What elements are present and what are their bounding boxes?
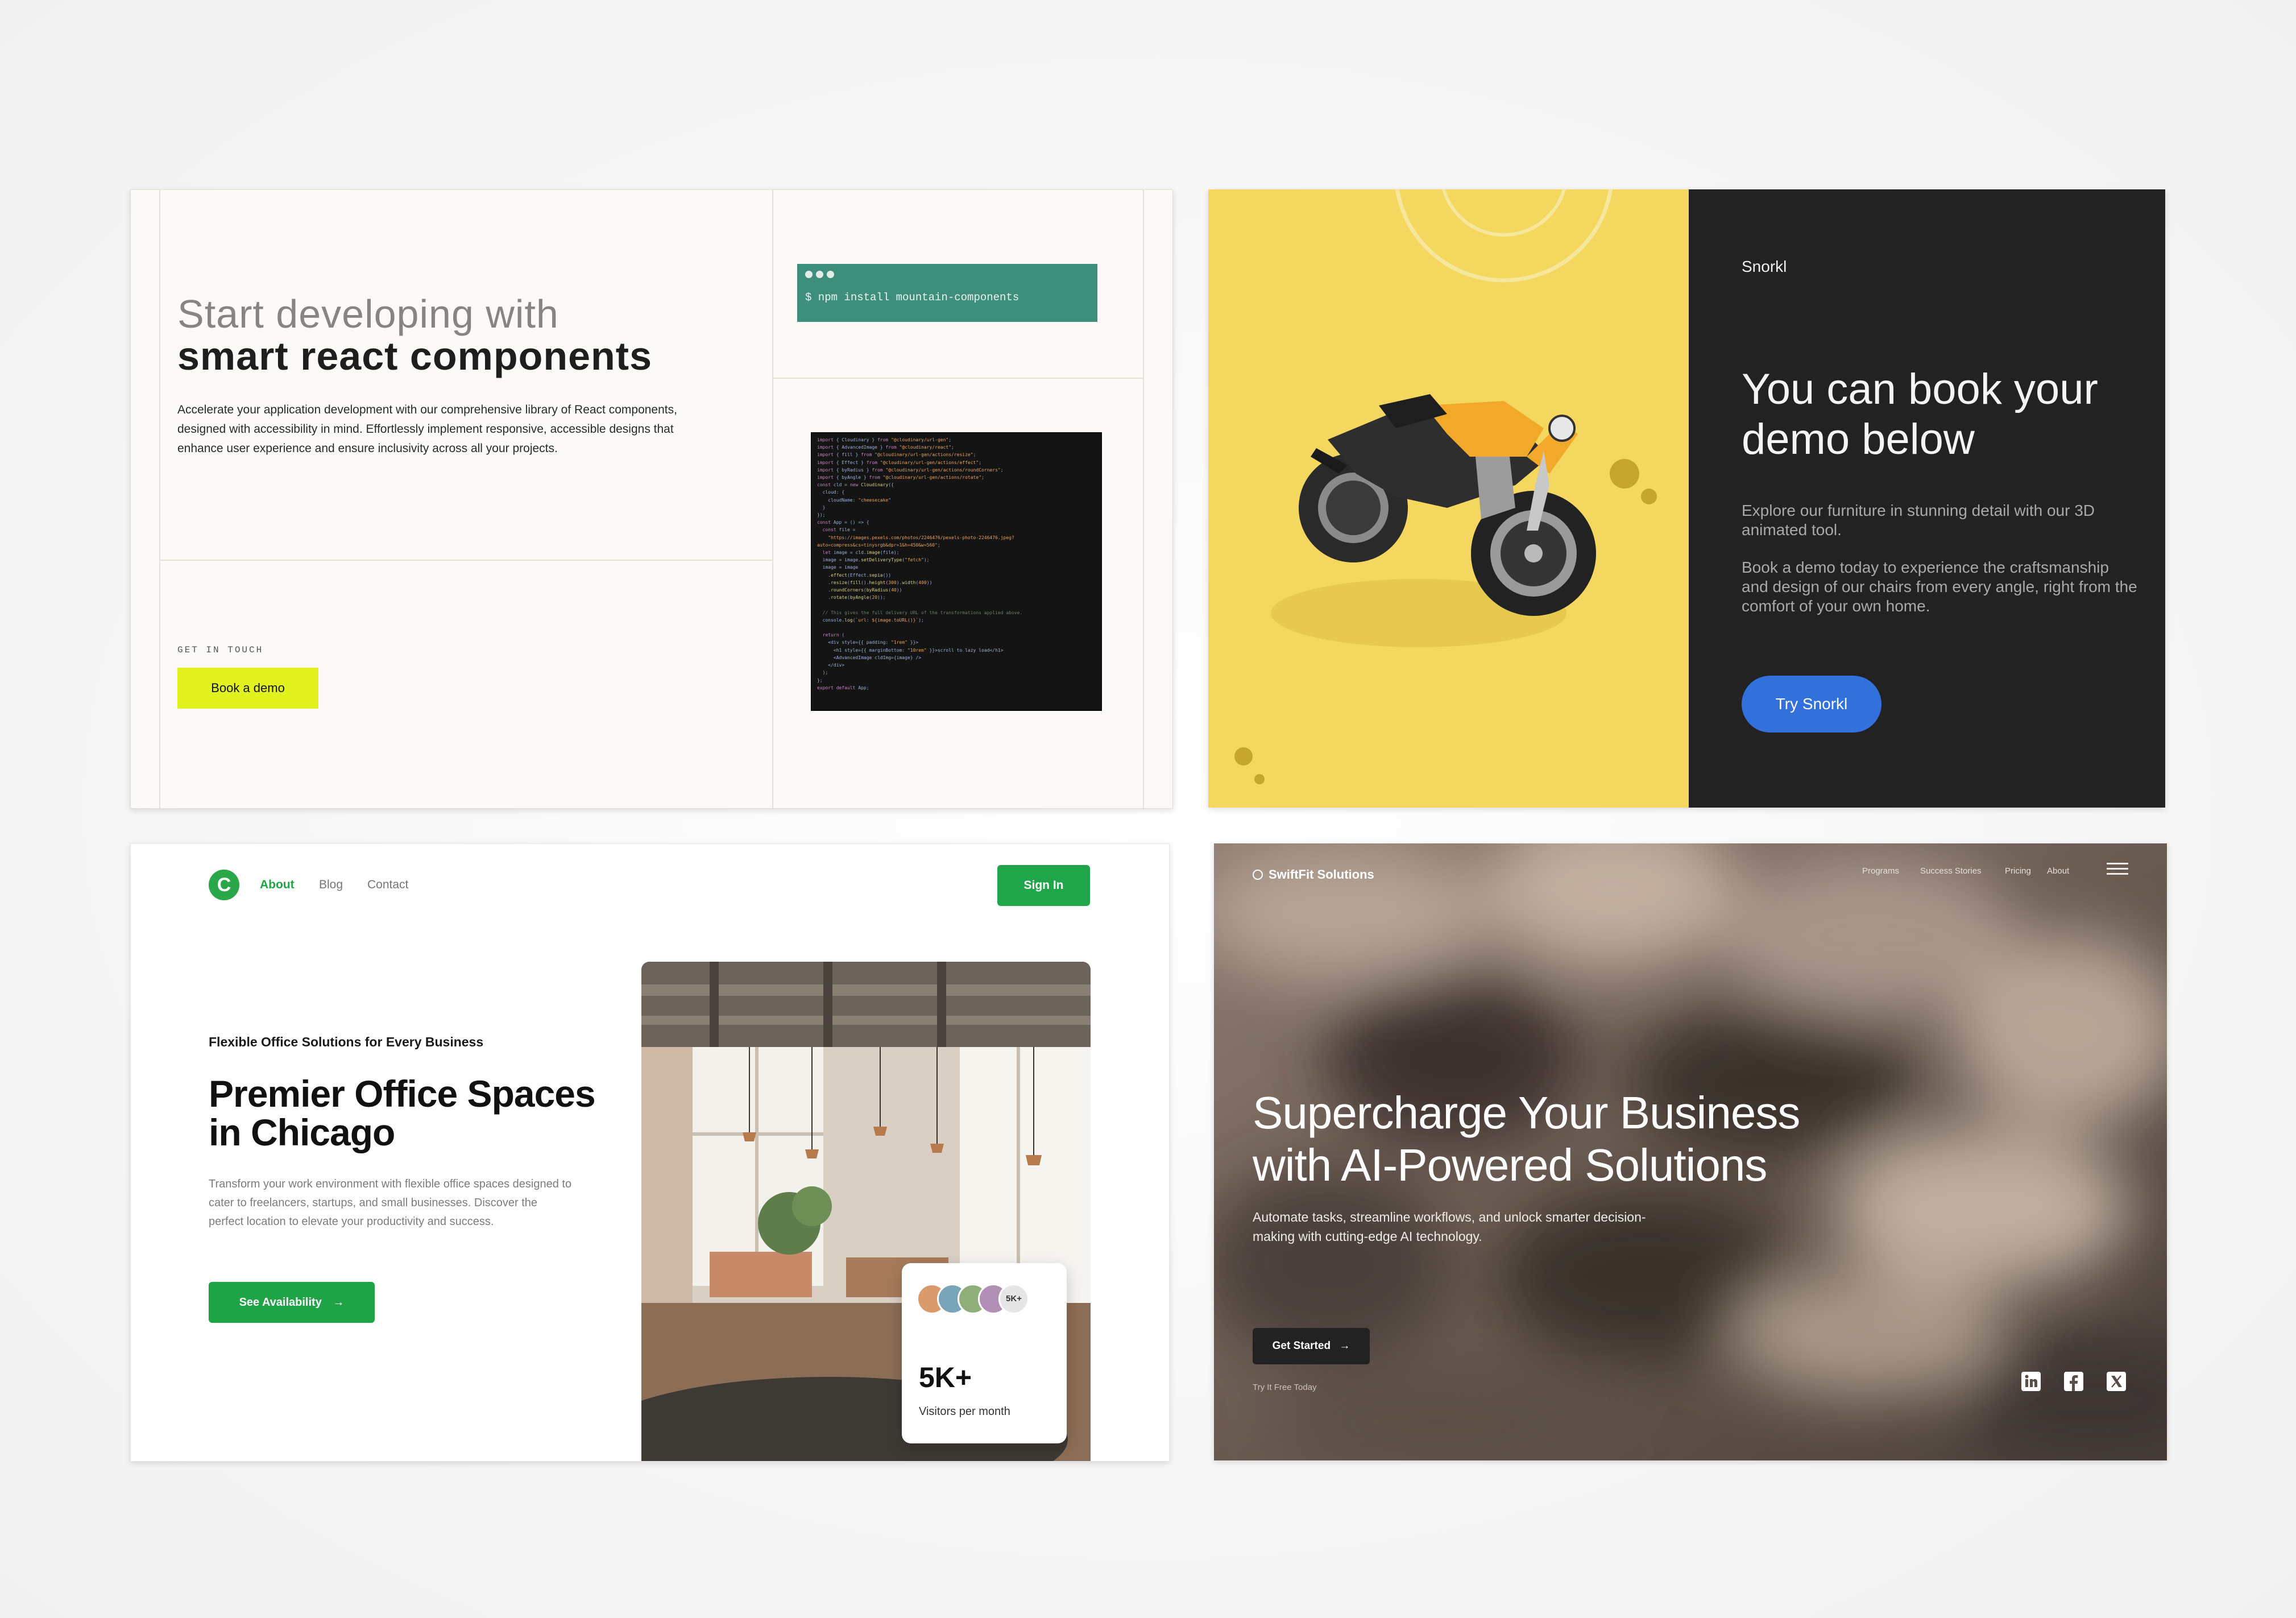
visitors-stat-card: 5K+ 5K+ Visitors per month xyxy=(902,1263,1067,1443)
mountain-components-card: Start developing with smart react compon… xyxy=(130,189,1173,809)
booking-description: Explore our furniture in stunning detail… xyxy=(1742,502,2095,539)
hero-description: Transform your work environment with fle… xyxy=(209,1178,572,1228)
brand-logo[interactable]: SwiftFit Solutions xyxy=(1253,867,1374,882)
brand-logo[interactable]: C xyxy=(209,870,239,900)
snorkl-card: Snorkl You can book your demo below Expl… xyxy=(1208,189,2165,808)
booking-title: You can book your demo below xyxy=(1742,365,2098,464)
booking-panel: Snorkl You can book your demo below Expl… xyxy=(1689,189,2165,808)
hero-heading-light: Start developing with xyxy=(177,292,559,336)
npm-command[interactable]: $ npm install mountain-components xyxy=(805,291,1019,304)
logo-icon xyxy=(1253,870,1263,880)
hero-description: Accelerate your application development … xyxy=(177,403,677,455)
stat-value: 5K+ xyxy=(919,1362,972,1393)
grid-line xyxy=(1143,190,1144,808)
nav-about[interactable]: About xyxy=(260,878,295,892)
try-free-text: Try It Free Today xyxy=(1253,1383,1317,1392)
linkedin-icon[interactable] xyxy=(2020,1371,2042,1392)
grid-line xyxy=(159,560,772,561)
hero-heading-bold: smart react components xyxy=(177,334,653,378)
grid-line xyxy=(159,190,160,808)
nav-programs[interactable]: Programs xyxy=(1862,866,1899,876)
booking-description-2: Book a demo today to experience the craf… xyxy=(1742,558,2137,615)
stat-label: Visitors per month xyxy=(919,1405,1010,1418)
motorcycle-illustration xyxy=(1234,189,1657,784)
get-started-button[interactable]: Get Started → xyxy=(1253,1328,1370,1364)
window-dots-icon xyxy=(805,271,838,281)
product-visual-panel xyxy=(1208,189,1689,808)
code-sample-image: import { Cloudinary } from "@cloudinary/… xyxy=(811,432,1102,711)
nav-contact[interactable]: Contact xyxy=(367,878,408,892)
nav-blog[interactable]: Blog xyxy=(319,878,343,892)
hero-subtext: Automate tasks, streamline workflows, an… xyxy=(1253,1210,1646,1244)
brand-name[interactable]: Snorkl xyxy=(1742,258,1787,276)
swiftfit-card: SwiftFit Solutions Programs Success Stor… xyxy=(1214,843,2167,1460)
npm-install-box: $ npm install mountain-components xyxy=(797,264,1097,322)
get-in-touch-label: GET IN TOUCH xyxy=(177,645,264,655)
try-snorkl-button[interactable]: Try Snorkl xyxy=(1742,676,1881,733)
brand-name: SwiftFit Solutions xyxy=(1269,867,1374,882)
nav-about[interactable]: About xyxy=(2047,866,2069,876)
office-spaces-card: C About Blog Contact Sign In Flexible Of… xyxy=(130,843,1170,1462)
facebook-icon[interactable] xyxy=(2063,1371,2084,1392)
grid-line xyxy=(772,378,1143,379)
hero-headline: Supercharge Your Business with AI-Powere… xyxy=(1253,1087,1800,1190)
grid-line xyxy=(772,190,773,808)
book-demo-button[interactable]: Book a demo xyxy=(177,668,318,709)
x-icon[interactable] xyxy=(2106,1371,2127,1392)
hero-headline: Premier Office Spaces in Chicago xyxy=(209,1073,596,1153)
arrow-right-icon: → xyxy=(1339,1340,1350,1352)
see-availability-button[interactable]: See Availability → xyxy=(209,1282,375,1323)
cta-label: Get Started xyxy=(1272,1340,1331,1352)
nav-success-stories[interactable]: Success Stories xyxy=(1920,866,1982,876)
arrow-right-icon: → xyxy=(333,1296,345,1309)
nav-pricing[interactable]: Pricing xyxy=(2005,866,2031,876)
cta-label: See Availability xyxy=(239,1296,322,1309)
hamburger-menu-icon[interactable] xyxy=(2107,863,2128,876)
hero-kicker: Flexible Office Solutions for Every Busi… xyxy=(209,1034,484,1049)
sign-in-button[interactable]: Sign In xyxy=(997,865,1090,906)
avatar-count-badge: 5K+ xyxy=(998,1284,1029,1314)
